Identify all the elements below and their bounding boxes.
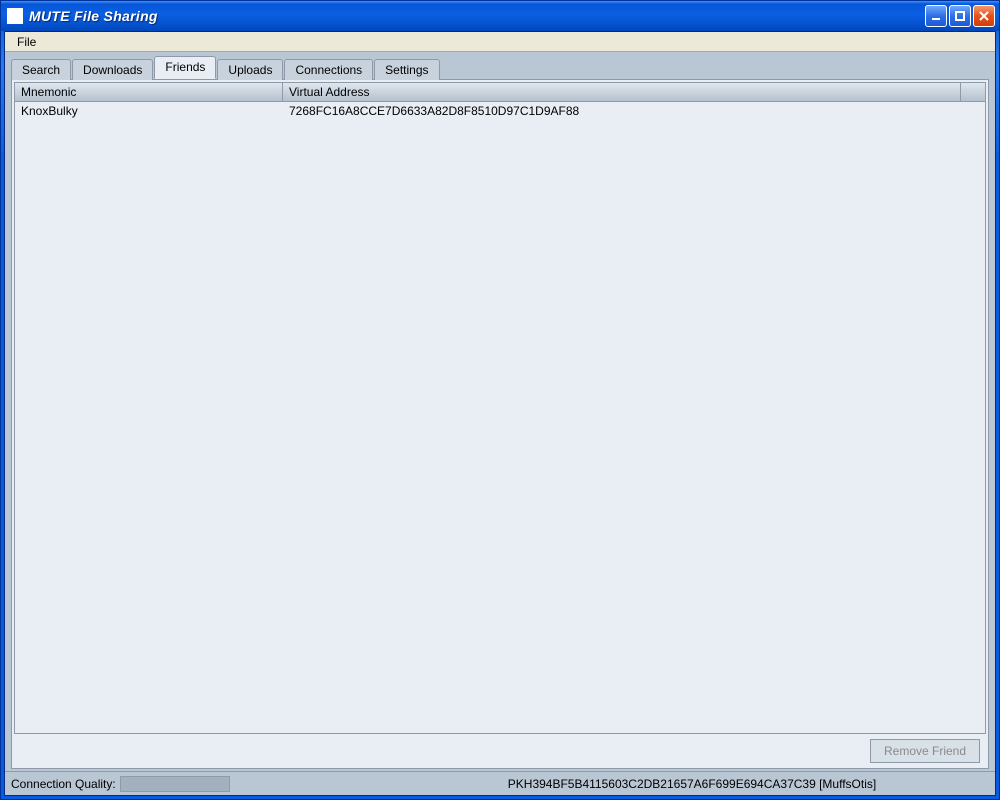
minimize-button[interactable] [925,5,947,27]
tab-downloads[interactable]: Downloads [72,59,153,80]
panel-buttons: Remove Friend [14,734,986,766]
friends-list[interactable]: Mnemonic Virtual Address KnoxBulky 7268F… [14,82,986,734]
app-icon [7,8,23,24]
tab-uploads[interactable]: Uploads [217,59,283,80]
status-left: Connection Quality: [11,776,391,792]
tab-friends[interactable]: Friends [154,56,216,79]
status-identity: PKH394BF5B4115603C2DB21657A6F699E694CA37… [395,777,989,791]
friends-panel: Mnemonic Virtual Address KnoxBulky 7268F… [11,79,989,769]
list-body[interactable]: KnoxBulky 7268FC16A8CCE7D6633A82D8F8510D… [15,102,985,733]
window-controls [925,5,995,27]
tab-search[interactable]: Search [11,59,71,80]
statusbar: Connection Quality: PKH394BF5B4115603C2D… [5,771,995,795]
tab-settings[interactable]: Settings [374,59,439,80]
tabs-row: Search Downloads Friends Uploads Connect… [11,58,989,79]
tab-connections[interactable]: Connections [284,59,373,80]
window-inner: File Search Downloads Friends Uploads Co… [4,31,996,796]
window-title: MUTE File Sharing [29,8,925,24]
cell-address: 7268FC16A8CCE7D6633A82D8F8510D97C1D9AF88 [283,104,985,118]
table-row[interactable]: KnoxBulky 7268FC16A8CCE7D6633A82D8F8510D… [15,102,985,120]
maximize-button[interactable] [949,5,971,27]
list-headers: Mnemonic Virtual Address [15,83,985,102]
column-spacer [961,83,985,101]
column-mnemonic[interactable]: Mnemonic [15,83,283,101]
connection-quality-label: Connection Quality: [11,777,120,791]
close-button[interactable] [973,5,995,27]
connection-quality-bar [120,776,230,792]
cell-mnemonic: KnoxBulky [15,104,283,118]
client-area: Search Downloads Friends Uploads Connect… [5,52,995,771]
app-window: MUTE File Sharing File Search Downloads … [0,0,1000,800]
remove-friend-button[interactable]: Remove Friend [870,739,980,763]
column-virtual-address[interactable]: Virtual Address [283,83,961,101]
titlebar[interactable]: MUTE File Sharing [1,1,999,31]
menubar: File [5,32,995,52]
menu-file[interactable]: File [9,33,44,51]
